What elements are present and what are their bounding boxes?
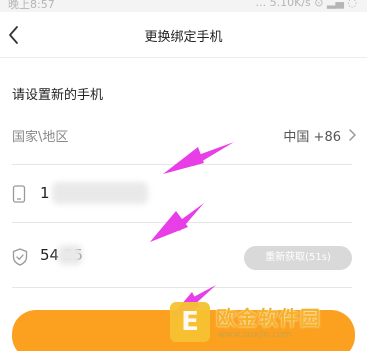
watermark: E 欧金软件园 www.ouxjin.com	[170, 296, 360, 351]
watermark-logo: E	[170, 302, 210, 342]
privacy-blur	[52, 182, 148, 204]
country-selector[interactable]: 国家\地区 中国 +86	[0, 118, 367, 162]
phone-field[interactable]: 1	[0, 172, 367, 222]
status-bar: 晚上8:57 ... 5.10K/s ⊙ ▂▄ ◌	[0, 0, 367, 12]
status-indicators: ... 5.10K/s ⊙ ▂▄ ◌	[255, 0, 357, 9]
privacy-blur	[58, 245, 82, 265]
watermark-url: www.ouxjin.com	[218, 330, 292, 340]
phone-input[interactable]: 1	[40, 184, 50, 202]
page-title: 更换绑定手机	[144, 30, 223, 45]
phone-icon	[12, 185, 26, 203]
watermark-name: 欧金软件园	[216, 306, 321, 330]
divider	[12, 287, 352, 288]
country-value: 中国 +86	[283, 130, 341, 145]
verification-code-field[interactable]: 54 25 重新获取(51s)	[0, 238, 367, 286]
nav-bar: 更换绑定手机	[0, 12, 367, 58]
country-label: 国家\地区	[12, 130, 69, 145]
shield-icon	[12, 248, 28, 266]
divider	[12, 164, 352, 165]
divider	[12, 222, 352, 223]
section-heading: 请设置新的手机	[12, 88, 104, 103]
resend-code-button[interactable]: 重新获取(51s)	[244, 246, 352, 270]
chevron-right-icon	[349, 129, 356, 141]
status-time: 晚上8:57	[8, 0, 55, 11]
